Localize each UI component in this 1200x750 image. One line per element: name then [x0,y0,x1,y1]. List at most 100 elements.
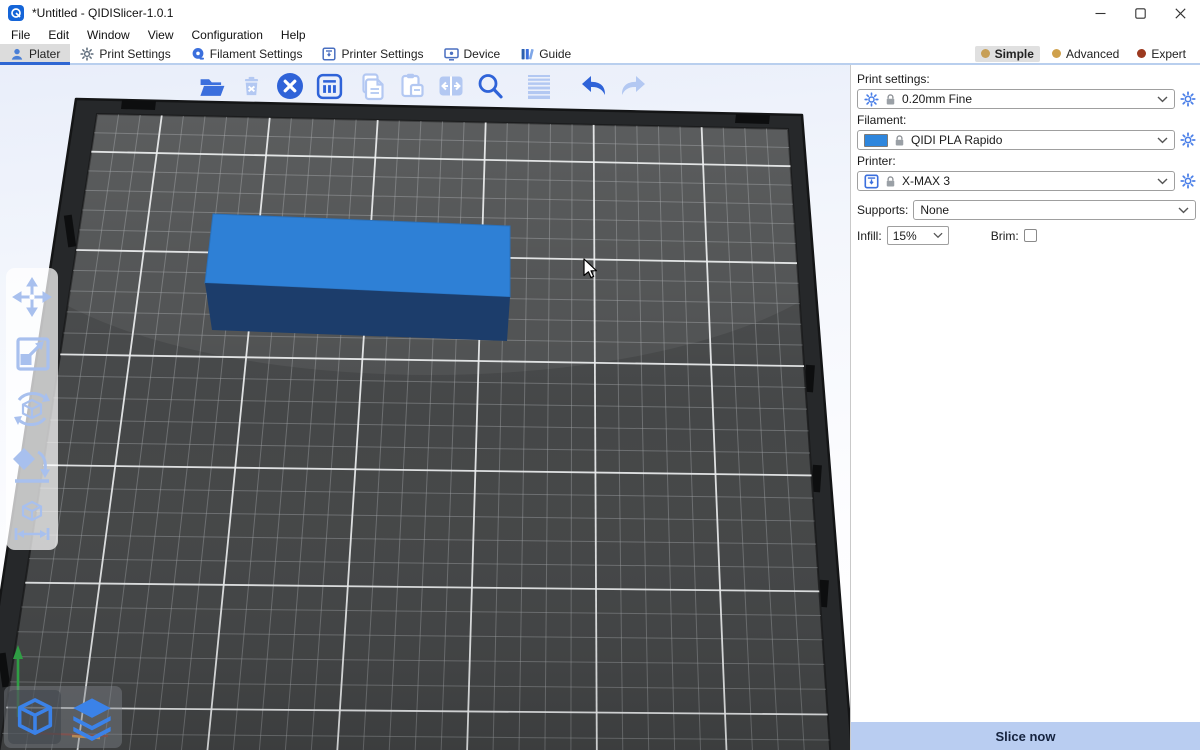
print-settings-value: 0.20mm Fine [902,92,972,106]
print-settings-icon [80,47,94,61]
infill-label: Infill: [857,229,882,243]
guide-icon [520,47,534,61]
supports-label: Supports: [857,203,908,217]
print-settings-label: Print settings: [857,72,1196,86]
qidislicer-window: *Untitled - QIDISlicer-1.0.1 File Edit W… [0,0,1200,750]
menu-file[interactable]: File [2,26,39,44]
search-icon[interactable] [475,71,505,101]
infill-value: 15% [893,229,917,243]
edit-filament-button[interactable] [1179,132,1196,149]
tab-device[interactable]: Device [434,44,511,63]
tab-label: Filament Settings [210,47,303,61]
advanced-mode-dot [1052,49,1061,58]
arrange-icon[interactable] [314,71,344,101]
slice-now-button[interactable]: Slice now [851,722,1200,750]
view-switch-panel [4,686,122,748]
tab-label: Plater [29,47,60,61]
tab-filament-settings[interactable]: Filament Settings [181,44,313,63]
chevron-down-icon [1178,207,1189,214]
tab-bar: Plater Print Settings Filament Settings … [0,44,1200,65]
profile-gear-icon [864,92,879,107]
chevron-down-icon [1157,96,1168,103]
mouse-cursor [583,258,603,282]
split-icon[interactable] [436,71,466,101]
open-icon[interactable] [197,71,227,101]
filament-value: QIDI PLA Rapido [911,133,1002,147]
place-on-face-icon[interactable] [9,440,55,490]
filament-label: Filament: [857,113,1196,127]
tab-label: Device [464,47,501,61]
expert-mode-dot [1137,49,1146,58]
menu-configuration[interactable]: Configuration [183,26,272,44]
menu-edit[interactable]: Edit [39,26,78,44]
lock-icon [894,134,905,147]
3d-view-icon[interactable] [8,690,61,744]
lock-icon [885,93,896,106]
chevron-down-icon [933,232,943,239]
plater-toolbar [197,71,648,101]
infill-combo[interactable]: 15% [887,226,949,245]
menu-help[interactable]: Help [272,26,315,44]
supports-value: None [920,203,949,217]
paste-icon[interactable] [397,71,427,101]
maximize-button[interactable] [1120,0,1160,26]
measure-icon[interactable] [9,496,55,546]
rotate-icon[interactable] [9,384,55,434]
tab-label: Print Settings [99,47,170,61]
gizmo-toolbar [6,268,58,550]
plater-icon [10,47,24,61]
plater-3d-viewport[interactable] [0,65,850,750]
tab-printer-settings[interactable]: Printer Settings [312,44,433,63]
mode-selector: Simple Advanced Expert [975,44,1200,63]
printer-settings-icon [322,47,336,61]
lock-icon [885,175,896,188]
minimize-button[interactable] [1080,0,1120,26]
brim-checkbox[interactable] [1024,229,1037,242]
menu-bar: File Edit Window View Configuration Help [0,26,1200,44]
filament-color-swatch [864,134,888,147]
copy-icon[interactable] [358,71,388,101]
variable-layer-height-icon[interactable] [524,71,554,101]
edit-print-settings-button[interactable] [1179,91,1196,108]
printer-icon [864,174,879,189]
tab-print-settings[interactable]: Print Settings [70,44,180,63]
tab-label: Guide [539,47,571,61]
printer-combo[interactable]: X-MAX 3 [857,171,1175,191]
mode-expert[interactable]: Expert [1131,46,1192,62]
title-bar: *Untitled - QIDISlicer-1.0.1 [0,0,1200,26]
model-box [205,214,510,341]
menu-view[interactable]: View [139,26,183,44]
app-logo-icon [8,5,24,21]
delete-icon[interactable] [236,71,266,101]
close-button[interactable] [1160,0,1200,26]
tab-guide[interactable]: Guide [510,44,581,63]
simple-mode-dot [981,49,990,58]
chevron-down-icon [1157,137,1168,144]
filament-combo[interactable]: QIDI PLA Rapido [857,130,1175,150]
filament-settings-icon [191,47,205,61]
device-icon [444,47,459,61]
tab-label: Printer Settings [341,47,423,61]
chevron-down-icon [1157,178,1168,185]
mode-label: Expert [1151,47,1186,61]
supports-combo[interactable]: None [913,200,1196,220]
model-top-face [205,214,510,297]
printer-label: Printer: [857,154,1196,168]
preview-layers-icon[interactable] [65,690,118,744]
mode-label: Simple [995,47,1034,61]
delete-all-icon[interactable] [275,71,305,101]
print-bed [0,65,850,750]
redo-icon[interactable] [618,71,648,101]
tab-plater[interactable]: Plater [0,44,70,63]
print-settings-combo[interactable]: 0.20mm Fine [857,89,1175,109]
window-title: *Untitled - QIDISlicer-1.0.1 [32,6,173,20]
menu-window[interactable]: Window [78,26,139,44]
brim-label: Brim: [991,229,1019,243]
mode-advanced[interactable]: Advanced [1046,46,1125,62]
undo-icon[interactable] [579,71,609,101]
scale-icon[interactable] [9,328,55,378]
mode-label: Advanced [1066,47,1119,61]
mode-simple[interactable]: Simple [975,46,1040,62]
move-icon[interactable] [9,272,55,322]
edit-printer-button[interactable] [1179,173,1196,190]
